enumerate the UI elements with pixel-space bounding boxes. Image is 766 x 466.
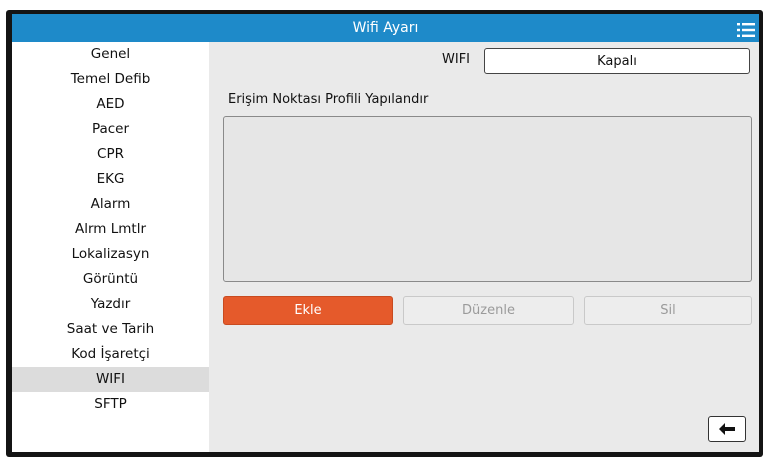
sidebar-item-print[interactable]: Yazdır [12,292,209,317]
window-title: Wifi Ayarı [352,20,419,36]
access-point-section-label: Erişim Noktası Profili Yapılandır [228,92,429,107]
edit-button[interactable]: Düzenle [403,296,574,325]
list-menu-icon[interactable] [737,20,755,37]
settings-content: Genel Temel Defib AED Pacer CPR EKG Alar… [12,42,759,452]
sidebar-item-pacer[interactable]: Pacer [12,117,209,142]
add-button[interactable]: Ekle [223,296,393,325]
sidebar-item-wifi[interactable]: WIFI [12,367,209,392]
title-bar: Wifi Ayarı [12,14,759,42]
access-point-profile-list[interactable] [223,116,752,282]
sidebar-item-alarm-limits[interactable]: Alrm Lmtlr [12,217,209,242]
sidebar-item-alarm[interactable]: Alarm [12,192,209,217]
delete-button[interactable]: Sil [584,296,752,325]
settings-sidebar: Genel Temel Defib AED Pacer CPR EKG Alar… [12,42,209,452]
back-button[interactable] [708,416,746,442]
sidebar-item-localization[interactable]: Lokalizasyn [12,242,209,267]
wifi-label: WIFI [442,52,470,67]
sidebar-item-sftp[interactable]: SFTP [12,392,209,417]
sidebar-item-display[interactable]: Görüntü [12,267,209,292]
back-arrow-icon [719,423,735,435]
sidebar-item-date-time[interactable]: Saat ve Tarih [12,317,209,342]
sidebar-item-cpr[interactable]: CPR [12,142,209,167]
wifi-toggle-select[interactable]: Kapalı [484,48,750,74]
sidebar-item-aed[interactable]: AED [12,92,209,117]
sidebar-item-genel[interactable]: Genel [12,42,209,67]
sidebar-item-code-marker[interactable]: Kod İşaretçi [12,342,209,367]
sidebar-item-temel-defib[interactable]: Temel Defib [12,67,209,92]
sidebar-item-ekg[interactable]: EKG [12,167,209,192]
